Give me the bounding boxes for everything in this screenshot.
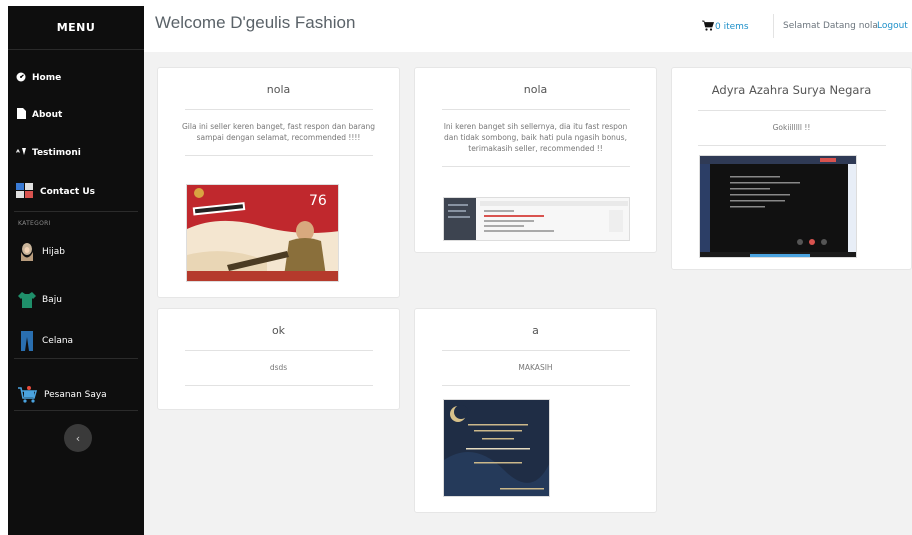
testimonial-text: Gokiilllll !!: [772, 123, 811, 132]
cart-link[interactable]: 0 items: [702, 20, 749, 34]
testimonial-card: a MAKASIH: [414, 308, 657, 513]
page-title: Welcome D'geulis Fashion: [155, 13, 356, 32]
kategori-heading: KATEGORI: [18, 220, 51, 227]
testimonial-card: nola Gila ini seller keren banget, fast …: [157, 67, 400, 298]
card-divider: [697, 110, 886, 111]
nav-testimoni[interactable]: ᴬ Testimoni: [8, 141, 144, 165]
nav-contact-us-label: Contact Us: [40, 187, 96, 197]
hijab-icon: [18, 241, 36, 263]
testimonial-author: ok: [271, 324, 286, 337]
testimonial-text: dsds: [269, 363, 288, 372]
testimonial-author: nola: [523, 83, 548, 96]
card-divider: [697, 145, 886, 146]
svg-text:ᴬ: ᴬ: [16, 148, 20, 157]
logout-link[interactable]: Logout: [877, 21, 908, 31]
testimonial-image-terminal-screenshot: [699, 155, 857, 258]
sidebar: MENU Home About ᴬ Testimoni Contact Us K…: [8, 6, 144, 535]
testimonial-author: a: [532, 324, 539, 337]
nav-home[interactable]: Home: [8, 66, 144, 90]
card-divider: [441, 385, 630, 386]
card-divider: [184, 109, 373, 110]
navbar-separator: [773, 14, 774, 38]
testimonial-text: Gila ini seller keren banget, fast respo…: [181, 122, 376, 142]
sidebar-collapse-button[interactable]: ‹: [64, 424, 92, 452]
testimonial-text: Ini keren banget sih sellernya, dia itu …: [443, 122, 628, 153]
pants-icon: [18, 330, 36, 352]
testimonial-author: Adyra Azahra Surya Negara: [711, 83, 872, 97]
card-divider: [184, 155, 373, 156]
sidebar-divider: [14, 410, 138, 411]
testimonial-image-merdeka-poster: 76: [186, 184, 339, 282]
card-divider: [184, 385, 373, 386]
card-divider: [441, 109, 630, 110]
testimonial-image-app-screenshot: [443, 197, 630, 241]
testimonial-card: Adyra Azahra Surya Negara Gokiilllll !!: [671, 67, 912, 270]
testimonial-text: MAKASIH: [518, 363, 553, 372]
testimonial-card: nola Ini keren banget sih sellernya, dia…: [414, 67, 657, 253]
shirt-icon: [18, 289, 36, 311]
top-navbar: Welcome D'geulis Fashion 0 items Selamat…: [144, 0, 912, 52]
nav-pesanan-saya[interactable]: Pesanan Saya: [8, 380, 144, 410]
card-divider: [184, 350, 373, 351]
chevron-left-icon: ‹: [75, 431, 81, 445]
contact-icon: [16, 182, 34, 202]
cart-icon: [702, 20, 715, 34]
dashboard-icon: [16, 72, 26, 85]
nav-about[interactable]: About: [8, 103, 144, 127]
shopping-cart-icon: [18, 384, 38, 406]
card-divider: [441, 166, 630, 167]
category-hijab[interactable]: Hijab: [8, 237, 144, 267]
testimoni-icon: ᴬ: [16, 147, 26, 160]
sidebar-divider: [14, 358, 138, 359]
file-icon: [16, 108, 26, 122]
nav-about-label: About: [32, 110, 63, 120]
testimonial-image-eid-greeting-card: [443, 399, 550, 497]
testimonial-grid: nola Gila ini seller keren banget, fast …: [144, 52, 912, 535]
category-hijab-label: Hijab: [42, 247, 65, 257]
category-baju-label: Baju: [42, 295, 62, 305]
category-celana[interactable]: Celana: [8, 326, 144, 356]
nav-home-label: Home: [32, 73, 62, 83]
cart-count: 0 items: [715, 22, 749, 32]
card-divider: [441, 350, 630, 351]
nav-pesanan-saya-label: Pesanan Saya: [44, 390, 107, 400]
testimonial-card: ok dsds: [157, 308, 400, 410]
nav-contact-us[interactable]: Contact Us: [8, 180, 144, 204]
svg-text:76: 76: [309, 193, 327, 209]
category-celana-label: Celana: [42, 336, 74, 346]
menu-title: MENU: [8, 6, 144, 50]
testimonial-author: nola: [266, 83, 291, 96]
category-baju[interactable]: Baju: [8, 285, 144, 315]
greeting-text: Selamat Datang nola: [783, 21, 878, 31]
nav-testimoni-label: Testimoni: [32, 148, 81, 158]
sidebar-divider: [14, 211, 138, 212]
